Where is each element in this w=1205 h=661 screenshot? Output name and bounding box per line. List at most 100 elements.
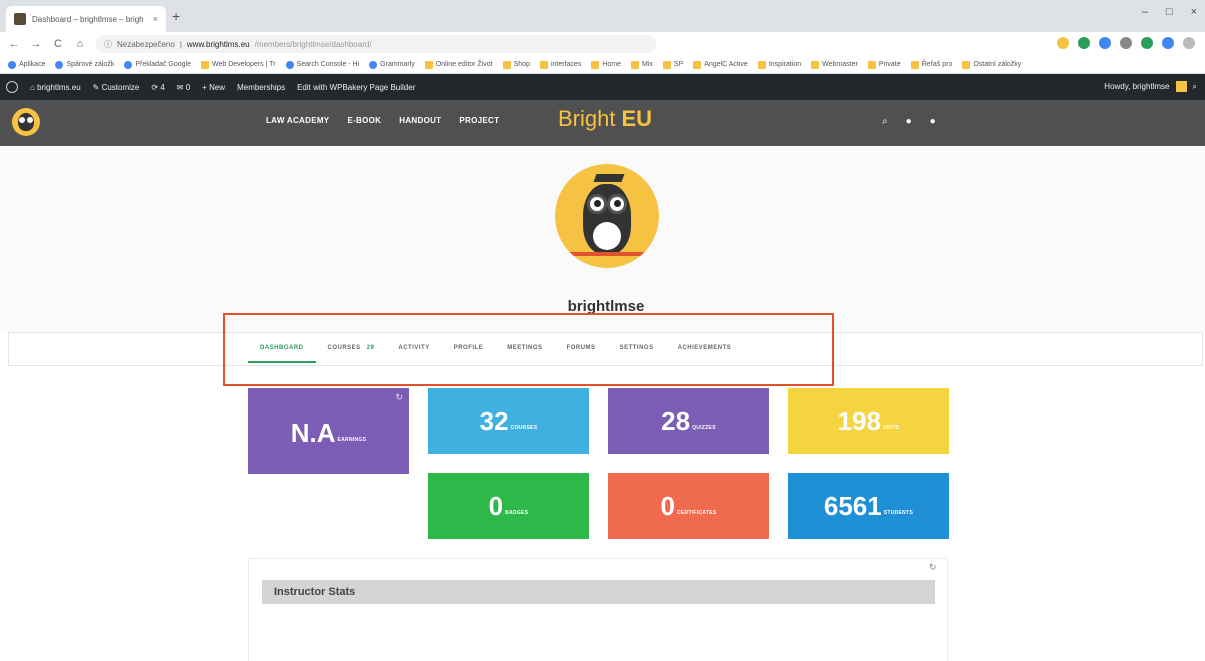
bookmark-label: Překladač Google — [135, 61, 191, 68]
header-icons: ⌕ ● ● — [882, 116, 936, 127]
bookmarks-bar: Aplikace Spárové záložk Překladač Google We… — [0, 56, 1205, 74]
bookmark-item[interactable]: AngelC Active — [693, 60, 748, 69]
comments-link[interactable]: ✉ 0 — [177, 83, 190, 92]
stat-card-earnings: N.A EARNINGS ↻ — [248, 388, 409, 474]
site-logo-owl-icon[interactable] — [12, 108, 40, 136]
extension-icon[interactable] — [1162, 37, 1174, 49]
stat-label: COURSES — [510, 425, 538, 431]
stat-card-students: 6561 STUDENTS — [788, 473, 949, 539]
howdy-user[interactable]: Howdy, brightlmse — [1104, 82, 1169, 91]
folder-icon — [631, 60, 640, 69]
extension-icon[interactable] — [1141, 37, 1153, 49]
bookmark-label: Search Console - Hi — [296, 61, 360, 68]
folder-icon — [910, 60, 919, 69]
bookmark-item[interactable]: Aplikace — [8, 60, 46, 69]
stat-card-courses: 32 COURSES — [428, 388, 589, 454]
bookmark-item[interactable]: interfaces — [539, 60, 582, 69]
new-content-link[interactable]: + New — [202, 83, 225, 92]
folder-icon — [811, 60, 820, 69]
nav-project[interactable]: PROJECT — [459, 116, 499, 125]
folder-icon — [693, 60, 702, 69]
nav-law-academy[interactable]: LAW ACADEMY — [266, 116, 329, 125]
browser-tab-bar: Dashboard – brightlmse – brigh × + – □ × — [0, 0, 1205, 32]
bookmark-label: Spárové záložk — [66, 61, 115, 68]
bookmark-item[interactable]: Grammarly — [369, 60, 415, 69]
stat-value: 0 — [488, 491, 504, 521]
extension-icon[interactable] — [1078, 37, 1090, 49]
bookmark-item[interactable]: Řeřaš pro — [910, 60, 953, 69]
extension-icons — [1057, 37, 1195, 49]
bookmark-label: SP — [673, 61, 684, 68]
minimize-button[interactable]: – — [1142, 6, 1148, 18]
apps-icon — [8, 60, 16, 69]
url-path: /members/brightlmse/dashboard/ — [254, 39, 372, 49]
close-window-button[interactable]: × — [1191, 6, 1197, 18]
browser-tab[interactable]: Dashboard – brightlmse – brigh × — [6, 6, 166, 32]
bookmark-label: Shop — [513, 61, 530, 68]
stat-label: STUDENTS — [883, 510, 914, 516]
bookmark-label: Ostatní záložky — [973, 61, 1022, 68]
new-tab-button[interactable]: + — [172, 8, 180, 24]
nav-handout[interactable]: HANDOUT — [399, 116, 441, 125]
memberships-link[interactable]: Memberships — [237, 83, 285, 92]
bookmark-item[interactable]: Spárové záložk — [55, 60, 115, 69]
bookmark-item[interactable]: Mix — [631, 60, 653, 69]
bookmark-item[interactable]: Webmaster — [811, 60, 858, 69]
url-input[interactable]: ⓘ Nezabezpečeno | www.brightlms.eu/membe… — [96, 35, 656, 53]
back-button[interactable]: ← — [8, 38, 20, 50]
nav-ebook[interactable]: E-BOOK — [347, 116, 381, 125]
folder-icon — [424, 60, 433, 69]
bookmark-label: Private — [878, 61, 901, 68]
bookmark-item[interactable]: Home — [591, 60, 622, 69]
bookmark-label: Webmaster — [822, 61, 858, 68]
earnings-refresh-icon[interactable]: ↻ — [395, 392, 403, 403]
bookmark-item[interactable]: Překladač Google — [124, 60, 191, 69]
folder-icon — [867, 60, 876, 69]
search-icon[interactable]: ⌕ — [882, 116, 888, 127]
stat-card-quizzes: 28 QUIZZES — [608, 388, 769, 454]
bookmark-label: Inspiration — [768, 61, 802, 68]
customize-link[interactable]: ✎ Customize — [93, 83, 140, 92]
cart-icon[interactable]: ● — [930, 116, 936, 127]
bookmark-item[interactable]: Inspiration — [757, 60, 802, 69]
brand-logo[interactable]: Bright EU — [558, 106, 652, 132]
stat-value: 28 — [661, 406, 691, 436]
tab-close-icon[interactable]: × — [153, 14, 158, 24]
admin-search-icon[interactable]: ⌕ — [1193, 82, 1197, 92]
bookmark-item[interactable]: SP — [662, 60, 684, 69]
stat-label: QUIZZES — [692, 425, 716, 431]
extension-icon[interactable] — [1183, 37, 1195, 49]
bookmark-item[interactable]: Private — [867, 60, 901, 69]
bookmark-item[interactable]: Search Console - Hi — [285, 60, 360, 69]
bookmark-item[interactable]: Web Developers | Tr — [200, 60, 276, 69]
stat-label: EARNINGS — [337, 437, 367, 443]
bookmark-item[interactable]: Online editor Život — [424, 60, 493, 69]
extension-icon[interactable] — [1120, 37, 1132, 49]
forward-button[interactable]: → — [30, 38, 42, 50]
folder-icon — [539, 60, 548, 69]
bookmark-label: Online editor Život — [435, 61, 493, 68]
admin-site-link[interactable]: ⌂ brightlms.eu — [30, 83, 81, 92]
bookmark-label: interfaces — [550, 61, 582, 68]
home-button[interactable]: ⌂ — [74, 38, 86, 50]
updates-link[interactable]: ⟳ 4 — [151, 83, 164, 92]
bookmark-label: Řeřaš pro — [921, 61, 953, 68]
folder-icon — [502, 60, 511, 69]
bookmark-item[interactable]: Ostatní záložky — [962, 60, 1022, 69]
wordpress-icon[interactable] — [6, 81, 18, 93]
extension-icon[interactable] — [1099, 37, 1111, 49]
instructor-refresh-icon[interactable]: ↻ — [929, 562, 937, 573]
bookmark-label: Aplikace — [19, 61, 46, 68]
bookmark-item[interactable]: Shop — [502, 60, 530, 69]
bookmark-label: Home — [602, 61, 622, 68]
folder-icon — [662, 60, 671, 69]
builder-link[interactable]: Edit with WPBakery Page Builder — [297, 83, 415, 92]
extension-icon[interactable] — [1057, 37, 1069, 49]
user-icon[interactable]: ● — [906, 116, 912, 127]
bookmark-label: Grammarly — [380, 61, 415, 68]
reload-button[interactable]: C — [52, 38, 64, 50]
browser-tab-title: Dashboard – brightlmse – brigh — [32, 14, 144, 24]
bookmark-icon — [55, 60, 64, 69]
maximize-button[interactable]: □ — [1166, 6, 1173, 18]
instructor-stats-panel — [248, 558, 948, 661]
